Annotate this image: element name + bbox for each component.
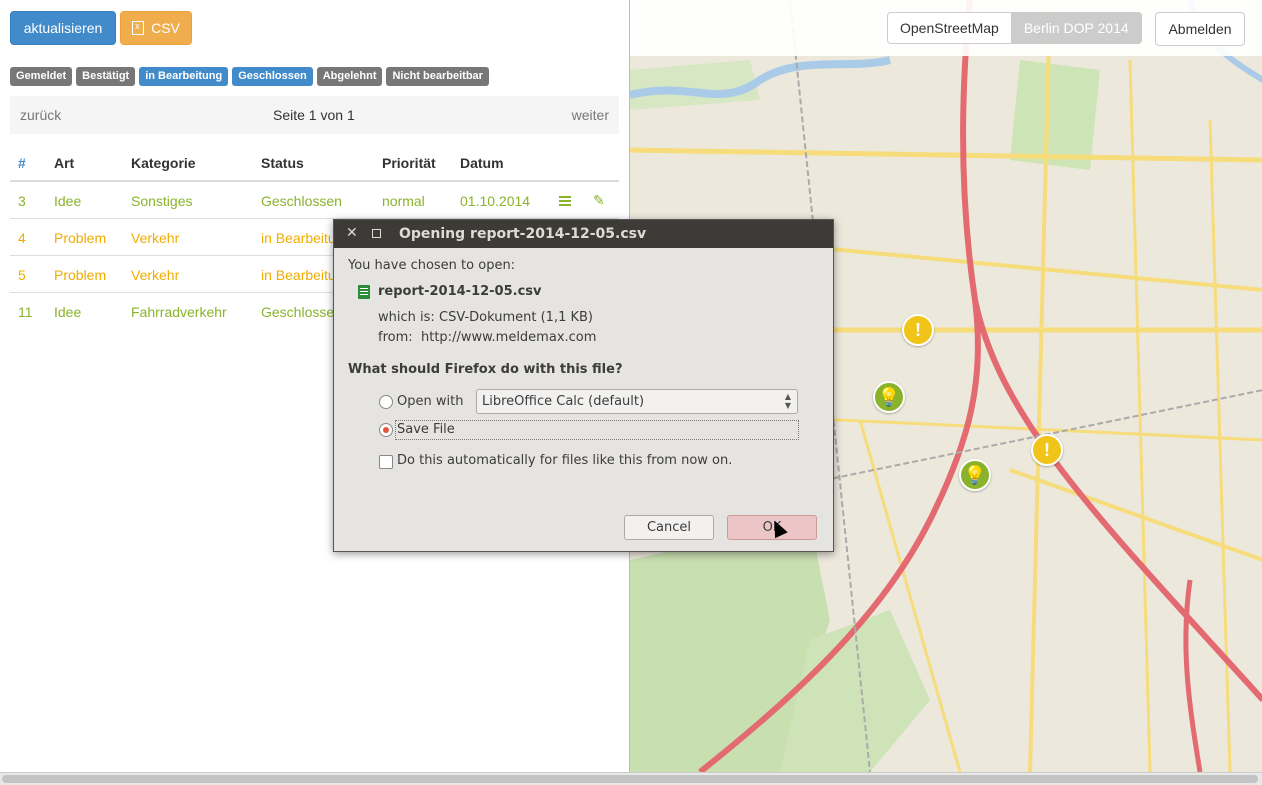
exclamation-icon: ! <box>1044 439 1050 460</box>
horizontal-scrollbar[interactable] <box>0 772 1262 785</box>
badge-in-bearbeitung[interactable]: in Bearbeitung <box>139 67 229 86</box>
open-with-label[interactable]: Open with <box>397 394 463 409</box>
save-file-radio[interactable] <box>379 423 393 437</box>
map-toolbar: OpenStreetMap Berlin DOP 2014 Abmelden <box>630 0 1262 56</box>
from-label: from: <box>378 330 413 345</box>
download-dialog: ✕ Opening report-2014-12-05.csv You have… <box>333 219 834 552</box>
column-header[interactable]: # <box>18 155 26 171</box>
column-header[interactable]: Status <box>261 155 304 171</box>
cell-status: Geschlossen <box>261 304 342 320</box>
badge-gemeldet[interactable]: Gemeldet <box>10 67 73 86</box>
cell-kategorie: Verkehr <box>131 267 180 283</box>
lightbulb-icon: 💡 <box>963 464 987 485</box>
save-file-focus-ring <box>395 420 799 440</box>
column-header[interactable]: Kategorie <box>131 155 196 171</box>
cancel-button[interactable]: Cancel <box>624 515 714 540</box>
dialog-titlebar[interactable]: ✕ Opening report-2014-12-05.csv <box>334 220 833 248</box>
pagination: zurück Seite 1 von 1 weiter <box>10 96 619 134</box>
column-header[interactable]: Art <box>54 155 74 171</box>
badge-abgelehnt[interactable]: Abgelehnt <box>316 67 383 86</box>
cell-id: 4 <box>18 230 26 246</box>
scrollbar-thumb[interactable] <box>2 775 1258 783</box>
layer-osm-button[interactable]: OpenStreetMap <box>887 12 1012 44</box>
spreadsheet-icon <box>132 21 145 35</box>
application-select-value: LibreOffice Calc (default) <box>482 394 645 409</box>
csv-label: CSV <box>151 20 180 36</box>
refresh-label: aktualisieren <box>23 20 103 36</box>
cell-id: 11 <box>18 304 33 320</box>
file-name: report-2014-12-05.csv <box>378 284 542 299</box>
file-type: CSV-Dokument (1,1 KB) <box>439 310 594 325</box>
cell-kategorie: Sonstiges <box>131 193 193 209</box>
exclamation-icon: ! <box>915 319 921 340</box>
cell-art: Idee <box>54 304 82 320</box>
layer-switcher: OpenStreetMap Berlin DOP 2014 <box>887 12 1142 44</box>
chosen-text: You have chosen to open: <box>348 258 516 273</box>
column-header[interactable]: Priorität <box>382 155 436 171</box>
csv-export-button[interactable]: CSV <box>120 11 192 45</box>
open-with-radio[interactable] <box>379 395 393 409</box>
cell-id: 5 <box>18 267 26 283</box>
problem-marker[interactable]: ! <box>902 314 934 346</box>
maximize-icon[interactable] <box>372 229 381 238</box>
spreadsheet-file-icon <box>358 285 370 299</box>
refresh-button[interactable]: aktualisieren <box>10 11 116 45</box>
cell-art: Idee <box>54 193 82 209</box>
cell-art: Problem <box>54 230 107 246</box>
lightbulb-icon: 💡 <box>877 386 901 407</box>
cell-art: Problem <box>54 267 107 283</box>
cell-prioritaet: normal <box>382 193 425 209</box>
cell-kategorie: Verkehr <box>131 230 180 246</box>
file-source: http://www.meldemax.com <box>421 330 597 345</box>
close-icon[interactable]: ✕ <box>346 225 358 241</box>
problem-marker[interactable]: ! <box>1031 434 1063 466</box>
pager-prev-link[interactable]: zurück <box>20 107 61 123</box>
badge-geschlossen[interactable]: Geschlossen <box>232 67 313 86</box>
application-select[interactable]: LibreOffice Calc (default) ▲ ▼ <box>476 389 798 414</box>
pencil-icon[interactable]: ✎ <box>593 192 605 209</box>
select-arrows-icon: ▲ ▼ <box>784 392 791 410</box>
table-header-row: # Art Kategorie Status Priorität Datum <box>10 143 619 182</box>
pager-next-link[interactable]: weiter <box>572 107 609 123</box>
cell-kategorie: Fahrradverkehr <box>131 304 227 320</box>
table-row[interactable]: 3 Idee Sonstiges Geschlossen normal 01.1… <box>10 182 619 219</box>
auto-action-label[interactable]: Do this automatically for files like thi… <box>397 453 732 468</box>
auto-action-checkbox[interactable] <box>379 455 393 469</box>
list-icon[interactable] <box>559 196 571 206</box>
cell-id: 3 <box>18 193 26 209</box>
layer-dop-button[interactable]: Berlin DOP 2014 <box>1011 12 1142 44</box>
logout-button[interactable]: Abmelden <box>1155 12 1245 46</box>
dialog-title: Opening report-2014-12-05.csv <box>399 226 647 242</box>
column-header[interactable]: Datum <box>460 155 504 171</box>
save-file-label[interactable]: Save File <box>397 422 455 437</box>
badge-bestaetigt[interactable]: Bestätigt <box>76 67 136 86</box>
idea-marker[interactable]: 💡 <box>959 459 991 491</box>
action-question: What should Firefox do with this file? <box>348 362 623 377</box>
cell-status: Geschlossen <box>261 193 342 209</box>
pager-info: Seite 1 von 1 <box>273 107 355 123</box>
badge-nicht-bearbeitbar[interactable]: Nicht bearbeitbar <box>386 67 489 86</box>
idea-marker[interactable]: 💡 <box>873 381 905 413</box>
cell-datum: 01.10.2014 <box>460 193 531 209</box>
which-is-label: which is: <box>378 310 435 325</box>
status-filter-badges: Gemeldet Bestätigt in Bearbeitung Geschl… <box>10 67 489 86</box>
